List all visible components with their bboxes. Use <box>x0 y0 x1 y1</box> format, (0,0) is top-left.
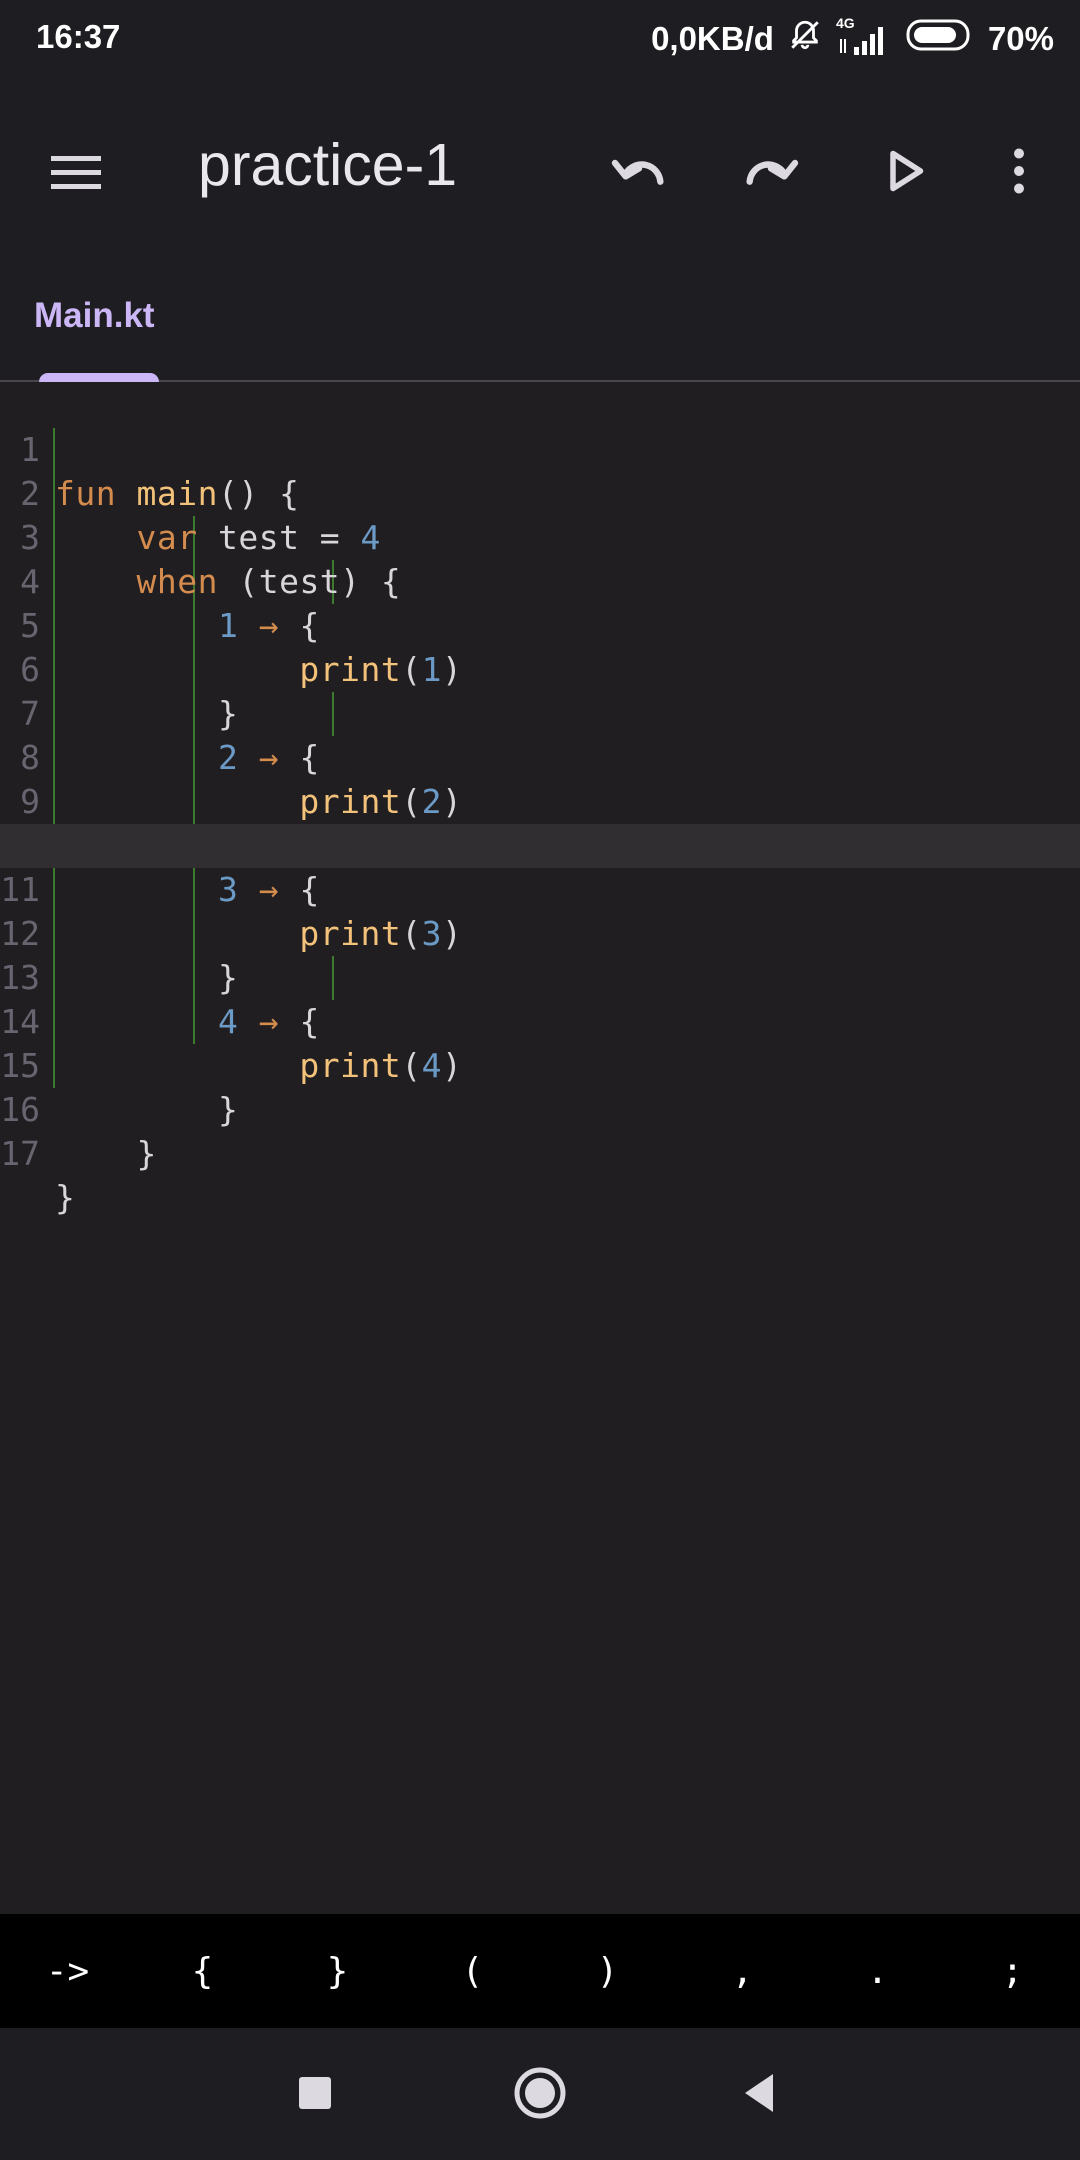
key-open-paren[interactable]: ( <box>405 1914 540 2028</box>
tab-main-kt[interactable]: Main.kt <box>34 296 155 336</box>
redo-button[interactable] <box>726 126 816 216</box>
current-code-line[interactable]: 11 print(3) <box>0 824 1080 953</box>
app-bar: practice-1 <box>0 76 1080 256</box>
system-nav-bar <box>0 2028 1080 2160</box>
mute-icon <box>788 18 822 60</box>
battery-icon <box>906 18 974 60</box>
page-title: practice-1 <box>198 132 458 198</box>
signal-icon: 4G <box>836 15 892 57</box>
more-options-button[interactable] <box>974 126 1064 216</box>
status-icons: 0,0KB/d 4G 70% <box>637 15 1054 60</box>
back-icon <box>745 2074 773 2112</box>
code-line[interactable]: 4 1 → { <box>0 516 1080 645</box>
code-line[interactable]: 10 3 → { <box>0 780 1080 909</box>
key-arrow[interactable]: -> <box>0 1914 135 2028</box>
code-line[interactable]: 2 var test = 4 <box>0 428 1080 557</box>
code-line[interactable]: 9 } <box>0 736 1080 865</box>
line-number: 17 <box>0 1134 40 1173</box>
battery-percent: 70% <box>987 20 1054 57</box>
recents-button[interactable] <box>280 2058 350 2128</box>
code-text: } <box>55 1178 76 1217</box>
key-comma[interactable]: , <box>675 1914 810 2028</box>
code-line[interactable]: 5 print(1) <box>0 560 1080 689</box>
code-line[interactable]: 3 when (test) { <box>0 472 1080 601</box>
status-bar: 16:37 0,0KB/d 4G 70% <box>0 0 1080 76</box>
extra-keys-bar: -> { } ( ) , . ; <box>0 1914 1080 2028</box>
active-tab-indicator <box>39 373 159 382</box>
code-line[interactable]: 13 4 → { <box>0 912 1080 1041</box>
code-editor[interactable]: 1 fun main() { 2 var test = 4 3 when (te… <box>0 384 1080 1914</box>
recents-icon <box>299 2077 331 2109</box>
code-line[interactable]: 8 print(2) <box>0 692 1080 821</box>
menu-button[interactable] <box>36 132 116 212</box>
code-line[interactable]: 12 } <box>0 868 1080 997</box>
code-line[interactable]: 6 } <box>0 604 1080 733</box>
undo-icon <box>611 159 664 185</box>
key-period[interactable]: . <box>810 1914 945 2028</box>
back-button[interactable] <box>725 2058 795 2128</box>
key-close-paren[interactable]: ) <box>540 1914 675 2028</box>
code-line[interactable]: 15 } <box>0 1000 1080 1129</box>
run-button[interactable] <box>858 126 948 216</box>
more-vert-icon <box>1014 148 1024 194</box>
code-line[interactable]: 14 print(4) <box>0 956 1080 1085</box>
home-icon <box>514 2067 566 2119</box>
file-tabs: Main.kt <box>0 256 1080 382</box>
key-close-brace[interactable]: } <box>270 1914 405 2028</box>
code-line[interactable]: 16 } <box>0 1044 1080 1173</box>
run-icon <box>890 150 924 192</box>
key-semicolon[interactable]: ; <box>945 1914 1080 2028</box>
undo-button[interactable] <box>594 126 684 216</box>
home-button[interactable] <box>505 2058 575 2128</box>
redo-icon <box>746 159 799 185</box>
code-line[interactable]: 7 2 → { <box>0 648 1080 777</box>
net-speed: 0,0KB/d <box>651 20 774 57</box>
code-line[interactable]: 17 } <box>0 1088 1080 1217</box>
status-time: 16:37 <box>36 18 121 55</box>
key-open-brace[interactable]: { <box>135 1914 270 2028</box>
code-line[interactable]: 1 fun main() { <box>0 384 1080 513</box>
menu-icon <box>51 156 101 189</box>
